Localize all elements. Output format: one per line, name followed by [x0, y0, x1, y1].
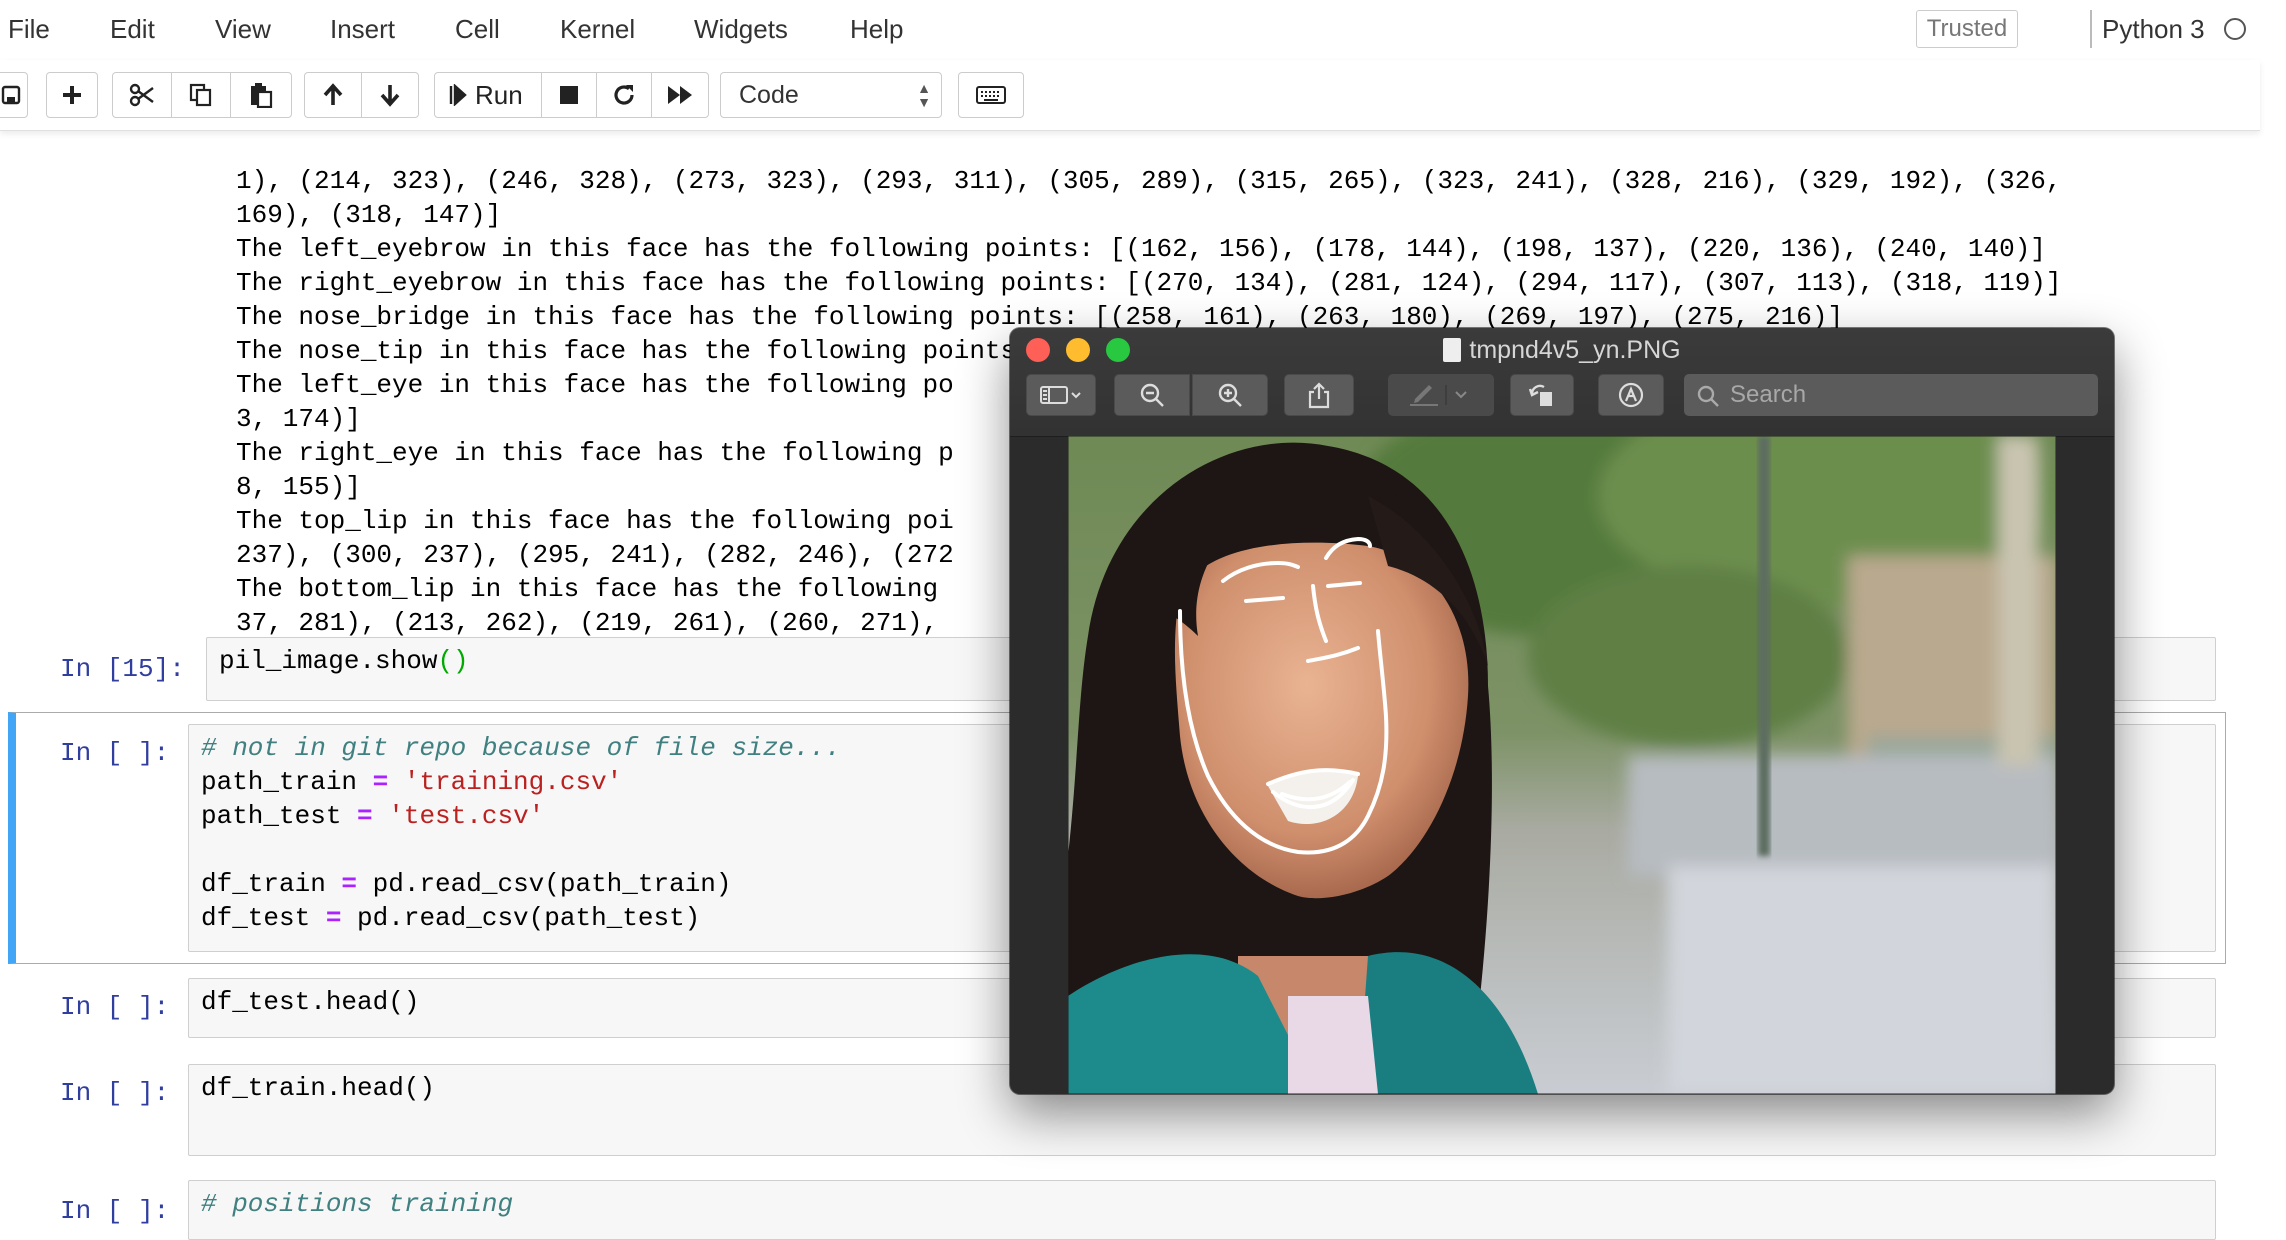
- kernel-divider: [2090, 10, 2092, 48]
- code-var: df_train: [201, 869, 326, 899]
- menu-widgets[interactable]: Widgets: [694, 14, 788, 45]
- menu-help[interactable]: Help: [850, 14, 903, 45]
- code-var: path_train: [201, 767, 358, 797]
- code-var: path_test: [201, 801, 342, 831]
- face-photo-with-landmarks: [1068, 436, 2056, 1094]
- input-prompt: In [ ]:: [60, 992, 170, 1022]
- trusted-indicator[interactable]: Trusted: [1916, 10, 2018, 48]
- step-forward-icon: [449, 84, 467, 106]
- output-line: 1), (214, 323), (246, 328), (273, 323), …: [236, 166, 2062, 196]
- document-icon: [1443, 338, 1462, 362]
- kernel-name[interactable]: Python 3: [2102, 14, 2205, 45]
- zoom-in-icon: [1218, 383, 1242, 407]
- code-operator: =: [325, 869, 373, 899]
- output-line: The left_eyebrow in this face has the fo…: [236, 234, 2046, 264]
- code-text: pil_image.show: [219, 646, 438, 676]
- sidebar-toggle-button[interactable]: [1026, 374, 1096, 416]
- interrupt-button[interactable]: [541, 72, 597, 118]
- restart-run-all-button[interactable]: [651, 72, 709, 118]
- code-text: df_test.head(): [201, 987, 420, 1017]
- code-var: df_test: [201, 903, 311, 933]
- move-up-button[interactable]: [304, 72, 362, 118]
- code-string: 'test.csv': [388, 801, 545, 831]
- preview-search-field[interactable]: Search: [1684, 374, 2098, 416]
- annotate-button[interactable]: [1598, 374, 1664, 416]
- menu-insert[interactable]: Insert: [330, 14, 395, 45]
- arrow-down-icon: [380, 85, 400, 107]
- paste-button[interactable]: [230, 72, 292, 118]
- code-text: df_train.head(): [201, 1073, 436, 1103]
- kernel-status-icon: [2224, 18, 2246, 40]
- input-prompt: In [ ]:: [60, 1078, 170, 1108]
- preview-image: [1068, 436, 2056, 1094]
- share-icon: [1308, 382, 1330, 409]
- output-line: The right_eyebrow in this face has the f…: [236, 268, 2062, 298]
- select-arrows-icon: ▲ ▼: [917, 80, 931, 110]
- preview-filename: tmpnd4v5_yn.PNG: [1469, 336, 1681, 364]
- markup-button[interactable]: [1388, 374, 1494, 416]
- menu-bar: File Edit View Insert Cell Kernel Widget…: [0, 0, 2260, 61]
- arrow-up-icon: [323, 83, 343, 105]
- menu-kernel[interactable]: Kernel: [560, 14, 635, 45]
- output-line: 169), (318, 147)]: [236, 200, 502, 230]
- keyboard-icon: [976, 86, 1006, 104]
- scissors-icon: [129, 83, 154, 107]
- zoom-out-button[interactable]: [1114, 374, 1190, 416]
- cell-type-value: Code: [739, 81, 799, 109]
- move-down-button[interactable]: [361, 72, 419, 118]
- cut-button[interactable]: [112, 72, 172, 118]
- run-label: Run: [475, 79, 523, 110]
- save-icon: [1, 85, 21, 105]
- notebook-toolbar: Run Code ▲ ▼: [0, 60, 2260, 131]
- paste-icon: [251, 83, 273, 108]
- insert-cell-button[interactable]: [46, 72, 98, 118]
- input-prompt: In [ ]:: [60, 738, 170, 768]
- zoom-in-button[interactable]: [1192, 374, 1268, 416]
- run-button[interactable]: Run: [434, 72, 542, 118]
- restart-icon: [614, 85, 634, 105]
- preview-titlebar[interactable]: tmpnd4v5_yn.PNG Search: [1010, 328, 2114, 437]
- stop-icon: [560, 86, 578, 104]
- rotate-icon: [1528, 384, 1552, 406]
- share-button[interactable]: [1284, 374, 1354, 416]
- save-button[interactable]: [0, 72, 28, 118]
- code-cell-positions[interactable]: # positions training: [188, 1180, 2216, 1240]
- code-call: pd.read_csv(path_train): [372, 869, 732, 899]
- copy-button[interactable]: [171, 72, 231, 118]
- markup-pen-icon: [1410, 385, 1467, 406]
- input-prompt: In [15]:: [60, 654, 185, 684]
- search-icon: [1697, 385, 1719, 407]
- code-parens: (): [437, 646, 469, 676]
- zoom-out-icon: [1140, 383, 1164, 407]
- rotate-button[interactable]: [1510, 374, 1574, 416]
- restart-button[interactable]: [596, 72, 652, 118]
- menu-edit[interactable]: Edit: [110, 14, 155, 45]
- code-operator: =: [357, 767, 404, 797]
- input-prompt: In [ ]:: [60, 1196, 170, 1226]
- code-string: 'training.csv': [403, 767, 623, 797]
- menu-cell[interactable]: Cell: [455, 14, 500, 45]
- cell-type-select[interactable]: Code ▲ ▼: [720, 72, 942, 118]
- menu-view[interactable]: View: [215, 14, 271, 45]
- code-call: pd.read_csv(path_test): [357, 903, 701, 933]
- preview-title: tmpnd4v5_yn.PNG: [1010, 336, 2114, 365]
- command-palette-button[interactable]: [958, 72, 1024, 118]
- menu-file[interactable]: File: [8, 14, 50, 45]
- plus-icon: [63, 86, 81, 104]
- code-operator: =: [341, 801, 389, 831]
- copy-icon: [189, 83, 212, 107]
- code-operator: =: [310, 903, 358, 933]
- sidebar-icon: [1040, 386, 1081, 404]
- code-comment: # positions training: [201, 1189, 514, 1219]
- preview-window: tmpnd4v5_yn.PNG Search: [1010, 328, 2114, 1094]
- annotate-icon: [1618, 382, 1644, 408]
- fast-forward-icon: [668, 86, 692, 104]
